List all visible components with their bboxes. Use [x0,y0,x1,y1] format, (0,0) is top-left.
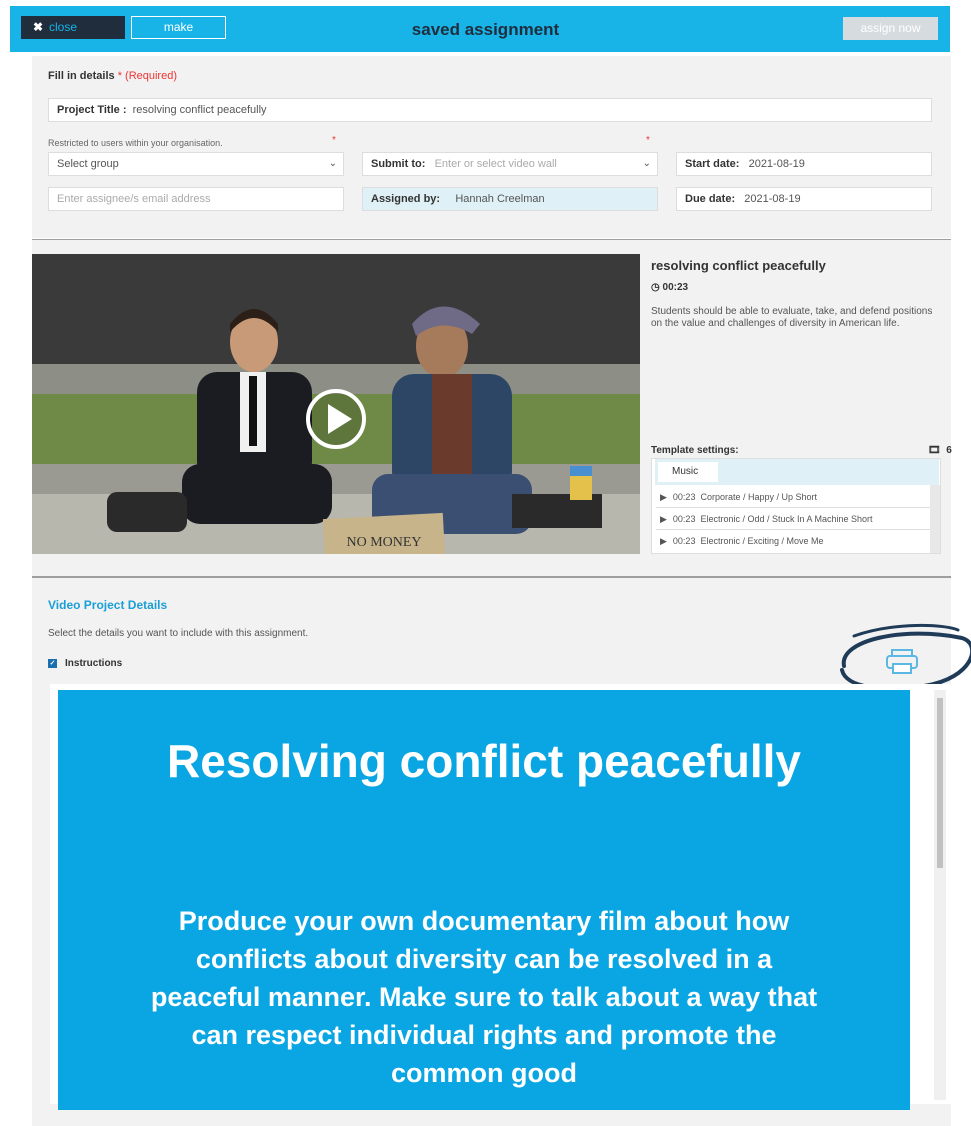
group-select-value: Select group [57,158,119,170]
template-count: 🎞 6 [928,445,952,456]
play-icon[interactable]: ▶ [660,536,667,546]
track-name: Electronic / Exciting / Move Me [700,536,824,546]
instructions-label: Instructions [65,658,123,669]
sign-text: NO MONEY [346,535,421,550]
due-date-field[interactable]: Due date: 2021-08-19 [676,187,932,211]
group-required-star: * [332,135,336,146]
assign-now-button[interactable]: assign now [843,17,938,40]
details-title: Video Project Details [48,598,168,612]
project-title-value: resolving conflict peacefully [132,104,267,116]
required-note: * (Required) [117,70,177,82]
submit-to-select[interactable]: Submit to: Enter or select video wall ⌄ [362,152,658,176]
template-tabs: Music [655,459,939,485]
details-subtitle: Select the details you want to include w… [48,628,309,639]
track-scrollbar[interactable] [930,485,940,553]
track-row[interactable]: ▶ 00:23 Electronic / Exciting / Move Me [656,531,936,551]
assigned-by-field: Assigned by: Hannah Creelman [362,187,658,211]
due-date-value: 2021-08-19 [744,193,801,205]
track-time: 00:23 [672,514,696,524]
template-settings-box: Music ▶ 00:23 Corporate / Happy / Up Shor… [651,458,941,554]
project-title-label: Project Title : [57,104,127,116]
duration-value: 00:23 [662,282,689,293]
fill-in-details-label: Fill in details * (Required) [48,70,177,82]
template-settings-label: Template settings: [651,445,739,456]
top-bar: ✖ close make saved assignment assign now [0,0,971,56]
instructions-checkbox-row[interactable]: ✓ Instructions [48,658,122,669]
media-section: NO MONEY resolving conflict peacefully ◷… [32,240,952,576]
submit-to-placeholder: Enter or select video wall [434,158,557,170]
due-date-label: Due date: [685,193,736,205]
project-title-field[interactable]: Project Title : resolving conflict peace… [48,98,932,122]
instructions-preview: Resolving conflict peacefully Produce yo… [50,684,958,1110]
film-icon: 🎞 [928,445,941,456]
start-date-label: Start date: [685,158,740,170]
assignee-email-input[interactable]: Enter assignee/s email address [48,187,344,211]
start-date-field[interactable]: Start date: 2021-08-19 [676,152,932,176]
scrollbar-thumb[interactable] [937,698,943,868]
printer-icon[interactable] [886,649,918,674]
track-time: 00:23 [672,492,696,502]
clock-icon: ◷ [651,282,660,293]
chevron-down-icon: ⌄ [642,158,651,169]
assignment-form: Fill in details * (Required) Project Tit… [32,56,951,238]
group-select[interactable]: Select group ⌄ [48,152,344,176]
video-player[interactable]: NO MONEY [32,254,640,554]
video-title: resolving conflict peacefully [651,258,826,273]
restricted-note: Restricted to users within your organisa… [48,138,223,148]
video-description: Students should be able to evaluate, tak… [651,306,933,329]
track-row[interactable]: ▶ 00:23 Corporate / Happy / Up Short [656,487,936,508]
instructions-card: Resolving conflict peacefully Produce yo… [58,690,910,1110]
preview-scrollbar[interactable] [934,690,946,1100]
play-icon[interactable]: ▶ [660,514,667,524]
duration-row: ◷ 00:23 [651,282,688,293]
instructions-body: Produce your own documentary film about … [150,906,818,1088]
track-time: 00:23 [672,536,696,546]
track-name: Electronic / Odd / Stuck In A Machine Sh… [700,514,873,524]
instructions-heading: Resolving conflict peacefully [167,735,801,787]
page: ✖ close make saved assignment assign now … [0,0,971,1126]
fill-label-text: Fill in details [48,70,115,82]
page-title: saved assignment [411,20,560,39]
video-project-details: Video Project Details Select the details… [32,578,971,1126]
template-count-value: 6 [946,445,952,456]
submit-to-label: Submit to: [371,158,426,170]
submit-required-star: * [646,135,650,146]
checkbox-icon[interactable]: ✓ [48,658,57,668]
track-row[interactable]: ▶ 00:23 Electronic / Odd / Stuck In A Mac… [656,509,936,530]
play-icon[interactable]: ▶ [660,492,667,502]
tab-music[interactable]: Music [658,462,718,482]
video-thumbnail: NO MONEY [32,254,640,554]
chevron-down-icon: ⌄ [328,158,337,169]
assigned-by-label: Assigned by: [371,193,441,205]
start-date-value: 2021-08-19 [748,158,805,170]
track-name: Corporate / Happy / Up Short [700,492,818,502]
assigned-by-value: Hannah Creelman [455,193,545,205]
email-placeholder: Enter assignee/s email address [57,193,211,205]
